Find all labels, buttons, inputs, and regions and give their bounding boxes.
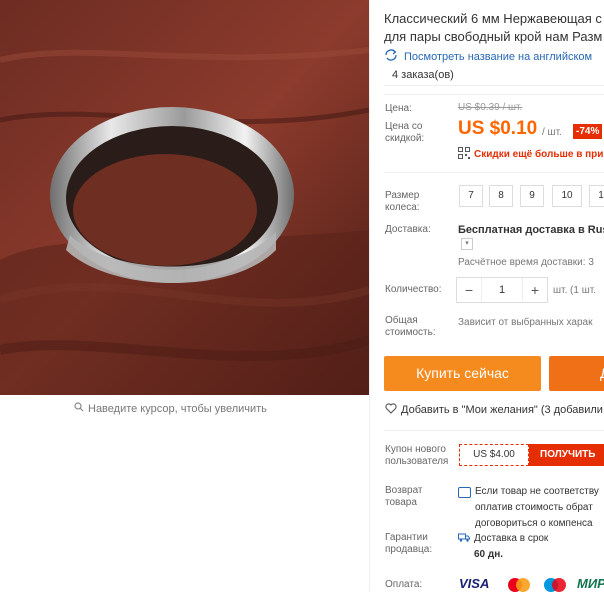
app-promo-text: Скидки ещё больше в при xyxy=(474,149,604,160)
size-option[interactable]: 1 xyxy=(589,185,604,207)
chevron-down-icon[interactable]: ▾ xyxy=(461,238,473,250)
coupon-amount: US $4.00 xyxy=(459,444,529,466)
visa-logo: VISA xyxy=(459,576,490,591)
payment-label: Оплата: xyxy=(385,579,423,590)
return-line: Если товар не соответству xyxy=(475,486,599,497)
size-label: Размер колеса: xyxy=(385,190,420,213)
size-option[interactable]: 8 xyxy=(489,185,513,207)
divider xyxy=(369,0,370,591)
wishlist-link[interactable]: Добавить в "Мои желания" (3 добавили xyxy=(385,403,603,417)
wishlist-label: Добавить в "Мои желания" (3 добавили xyxy=(401,404,603,416)
coupon-label: Купон нового пользователя xyxy=(385,444,449,467)
separator xyxy=(384,94,604,95)
size-option[interactable]: 7 xyxy=(459,185,483,207)
guarantee-line1: Доставка в срок xyxy=(474,533,549,544)
price-label: Цена: xyxy=(385,103,412,114)
ring-photo xyxy=(0,0,369,395)
mir-logo: МИР xyxy=(577,576,604,591)
app-promo[interactable]: Скидки ещё больше в при xyxy=(458,147,603,162)
quantity-note: шт. (1 шт. xyxy=(553,285,596,296)
english-title-link[interactable]: Посмотреть название на английском xyxy=(384,49,592,64)
guarantee-label: Гарантии продавца: xyxy=(385,532,433,555)
shipping-value: Бесплатная доставка в Russ xyxy=(458,224,604,236)
heart-icon xyxy=(385,403,397,417)
guarantee-info: Доставка в срок 60 дн. xyxy=(458,532,548,561)
return-info: Если товар не соответству оплатив стоимо… xyxy=(458,485,599,530)
zoom-hint: Наведите курсор, чтобы увеличить xyxy=(74,402,267,415)
price-unit: / шт. xyxy=(542,127,562,138)
quantity-minus-button[interactable]: − xyxy=(457,278,481,302)
product-title: Классический 6 мм Нержавеющая с для пары… xyxy=(384,10,604,46)
search-icon xyxy=(74,402,84,415)
delivery-guarantee-icon xyxy=(458,532,470,561)
quantity-plus-button[interactable]: + xyxy=(523,278,547,302)
buy-now-button[interactable]: Купить сейчас xyxy=(384,356,541,391)
quantity-stepper: − 1 + xyxy=(456,277,548,303)
size-option[interactable]: 10 xyxy=(552,185,582,207)
separator xyxy=(384,172,604,173)
product-title-line2: для пары свободный крой нам Разм xyxy=(384,29,603,44)
shipping-label: Доставка: xyxy=(385,224,431,235)
translate-icon xyxy=(384,49,398,64)
english-title-link-label: Посмотреть название на английском xyxy=(404,50,593,63)
guarantee-text: Доставка в срок 60 дн. xyxy=(474,532,548,561)
total-label: Общая стоимость: xyxy=(385,315,436,338)
size-option[interactable]: 9 xyxy=(520,185,544,207)
quantity-input[interactable]: 1 xyxy=(481,278,523,302)
qr-code-icon xyxy=(458,147,470,162)
guarantee-line2: 60 дн. xyxy=(474,549,504,560)
return-icon xyxy=(458,487,471,498)
get-coupon-button[interactable]: ПОЛУЧИТЬ xyxy=(529,444,604,466)
old-price: US $0.39 / шт. xyxy=(458,102,523,113)
separator xyxy=(384,430,604,431)
return-line: оплатив стоимость обрат xyxy=(475,502,593,513)
orders-count: 4 заказа(ов) xyxy=(384,65,604,86)
product-title-line1: Классический 6 мм Нержавеющая с xyxy=(384,11,602,26)
delivery-time: Расчётное время доставки: 3 xyxy=(458,257,594,268)
product-image[interactable] xyxy=(0,0,369,395)
return-label: Возврат товара xyxy=(385,485,423,508)
total-value: Зависит от выбранных харак xyxy=(458,317,593,328)
quantity-label: Количество: xyxy=(385,284,442,295)
add-to-cart-button[interactable]: Доба xyxy=(549,356,604,391)
discount-badge: -74% xyxy=(573,124,603,139)
return-line: договориться о компенса xyxy=(475,518,593,529)
zoom-hint-text: Наведите курсор, чтобы увеличить xyxy=(88,402,267,415)
current-price: US $0.10 xyxy=(458,118,538,139)
discount-price-label: Цена со скидкой: xyxy=(385,121,425,144)
return-text: Если товар не соответству оплатив стоимо… xyxy=(475,485,599,530)
